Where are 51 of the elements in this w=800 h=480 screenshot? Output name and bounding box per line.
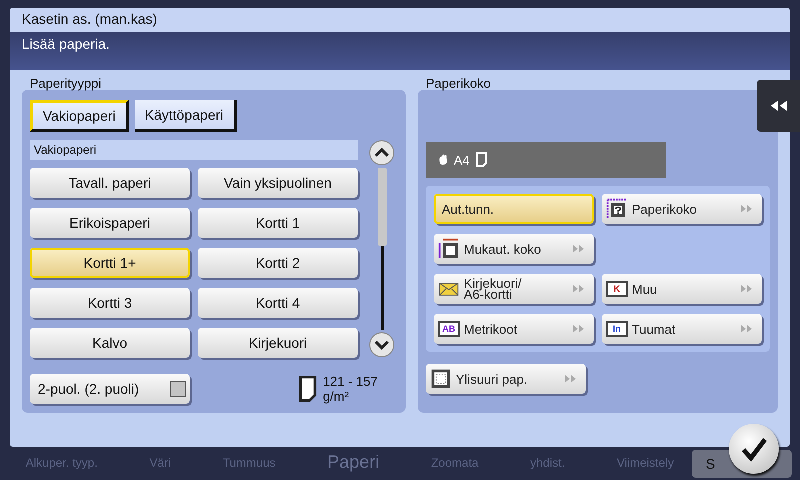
size-badge-icon: In xyxy=(606,321,628,337)
paper-type-button[interactable]: Kortti 2 xyxy=(198,248,358,278)
weight-range: 121 - 157 xyxy=(323,374,378,389)
paper-type-tab[interactable]: Vakiopaperi xyxy=(30,100,129,132)
list-heading: Vakiopaperi xyxy=(30,140,358,160)
paper-type-button[interactable]: Erikoispaperi xyxy=(30,208,190,238)
size-badge-icon: AB xyxy=(438,321,460,337)
paper-size-button[interactable]: AB Metrikoot xyxy=(434,314,594,344)
paper-type-button[interactable]: Kirjekuori xyxy=(198,328,358,358)
checkbox[interactable] xyxy=(170,381,186,397)
paper-type-button[interactable]: Kortti 1+ xyxy=(30,248,190,278)
double-arrow-icon xyxy=(740,204,754,214)
double-arrow-icon xyxy=(572,324,586,334)
paper-type-button[interactable]: Kortti 4 xyxy=(198,288,358,318)
question-page-icon xyxy=(606,198,628,220)
paper-type-tab[interactable]: Käyttöpaperi xyxy=(134,100,237,132)
double-arrow-icon xyxy=(572,284,586,294)
hand-icon xyxy=(438,154,448,166)
dialog-message: Lisää paperia. xyxy=(10,32,790,70)
scroll-down-button[interactable] xyxy=(369,332,395,358)
paper-size-button[interactable]: K Muu xyxy=(602,274,762,304)
portrait-page-icon xyxy=(476,152,488,168)
double-left-arrow-icon xyxy=(768,100,788,112)
scroll-up-button[interactable] xyxy=(369,140,395,166)
size-badge-icon: K xyxy=(606,281,628,297)
double-arrow-icon xyxy=(564,374,578,384)
paper-size-button[interactable]: Paperikoko xyxy=(602,194,762,224)
oversize-button[interactable]: Ylisuuri pap. xyxy=(426,364,586,394)
paper-size-button[interactable]: Mukaut. koko xyxy=(434,234,594,264)
section-heading: Paperityyppi xyxy=(29,76,103,90)
section-heading: Paperikoko xyxy=(425,76,492,90)
current-size: A4 xyxy=(454,152,470,168)
paper-type-button[interactable]: Kortti 3 xyxy=(30,288,190,318)
paper-sheet-icon xyxy=(299,375,318,403)
paper-type-button[interactable]: Tavall. paperi xyxy=(30,168,190,198)
paper-size-button[interactable]: Kirjekuori/ A6-kortti xyxy=(434,274,594,304)
double-arrow-icon xyxy=(740,324,754,334)
paper-size-button[interactable]: Aut.tunn. xyxy=(434,194,594,224)
side-panel-tab[interactable] xyxy=(757,80,800,132)
paper-type-button[interactable]: Kortti 1 xyxy=(198,208,358,238)
paper-type-button[interactable]: Vain yksipuolinen xyxy=(198,168,358,198)
double-arrow-icon xyxy=(572,244,586,254)
custom-size-icon xyxy=(438,238,460,260)
paper-type-button[interactable]: Kalvo xyxy=(30,328,190,358)
scrollbar-thumb[interactable] xyxy=(378,168,386,246)
double-arrow-icon xyxy=(740,284,754,294)
dialog-title: Kasetin as. (man.kas) xyxy=(10,8,790,32)
weight-unit: g/m² xyxy=(323,389,350,404)
duplex-button[interactable]: 2-puol. (2. puoli) xyxy=(30,374,190,404)
paper-size-button[interactable]: In Tuumat xyxy=(602,314,762,344)
dashed-square-icon xyxy=(430,368,452,390)
